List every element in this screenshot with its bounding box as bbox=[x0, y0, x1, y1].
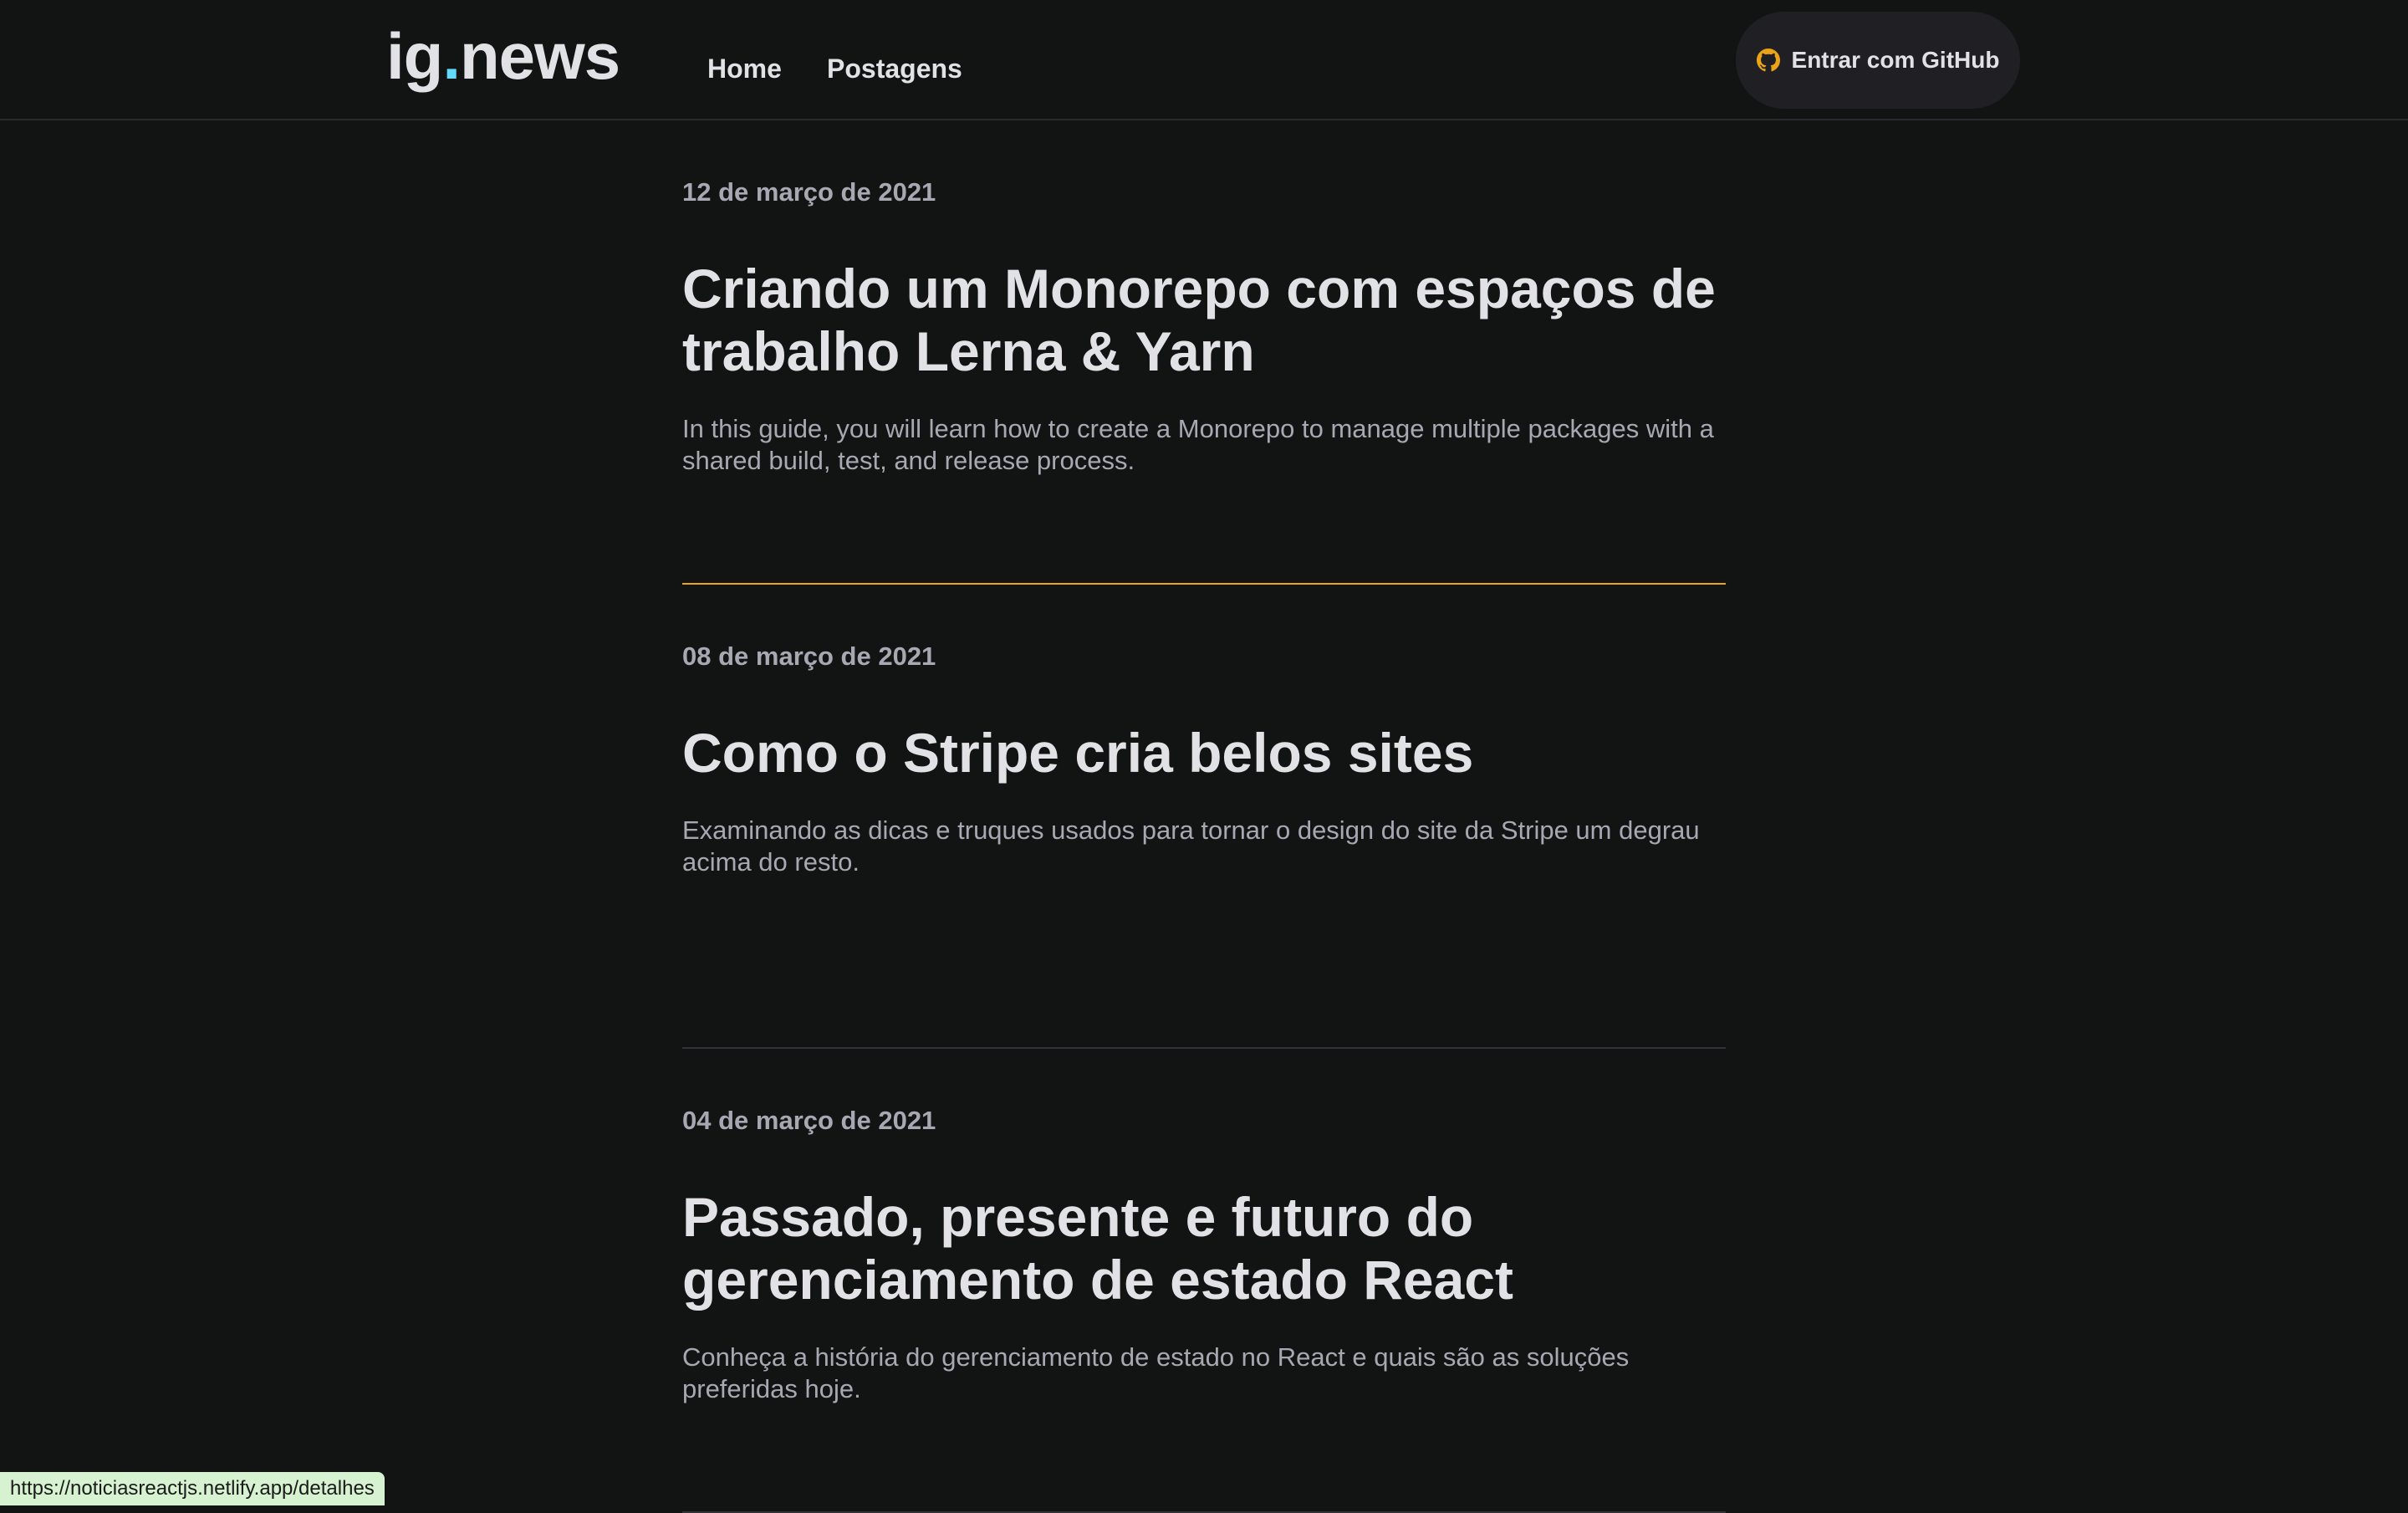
nav-link-home[interactable]: Home bbox=[707, 50, 782, 87]
sign-in-label: Entrar com GitHub bbox=[1791, 47, 2000, 73]
post-date: 12 de março de 2021 bbox=[682, 177, 936, 207]
post-date: 08 de março de 2021 bbox=[682, 641, 936, 671]
post-title[interactable]: Criando um Monorepo com espaços de traba… bbox=[682, 258, 1726, 383]
sign-in-github-button[interactable]: Entrar com GitHub bbox=[1736, 12, 2020, 109]
logo-suffix: news bbox=[460, 19, 620, 93]
posts-list: 12 de março de 2021 Criando um Monorepo … bbox=[682, 120, 1726, 1513]
post-date: 04 de março de 2021 bbox=[682, 1106, 936, 1135]
site-logo[interactable]: ig.news bbox=[386, 18, 620, 94]
post-title[interactable]: Como o Stripe cria belos sites bbox=[682, 722, 1726, 785]
post-title[interactable]: Passado, presente e futuro do gerenciame… bbox=[682, 1186, 1726, 1311]
post-item[interactable]: 12 de março de 2021 Criando um Monorepo … bbox=[682, 120, 1726, 585]
nav-link-posts[interactable]: Postagens bbox=[827, 50, 962, 87]
logo-dot: . bbox=[442, 19, 461, 93]
post-item[interactable]: 04 de março de 2021 Passado, presente e … bbox=[682, 1049, 1726, 1513]
post-excerpt: Conheça a história do gerenciamento de e… bbox=[682, 1342, 1630, 1403]
logo-prefix: ig bbox=[386, 19, 443, 93]
post-excerpt: In this guide, you will learn how to cre… bbox=[682, 414, 1714, 475]
github-icon bbox=[1756, 49, 1780, 72]
post-excerpt: Examinando as dicas e truques usados par… bbox=[682, 815, 1700, 877]
post-item[interactable]: 08 de março de 2021 Como o Stripe cria b… bbox=[682, 585, 1726, 1049]
link-status-bar: https://noticiasreactjs.netlify.app/deta… bbox=[0, 1472, 385, 1505]
site-header: ig.news Home Postagens Entrar com GitHub bbox=[0, 0, 2408, 120]
